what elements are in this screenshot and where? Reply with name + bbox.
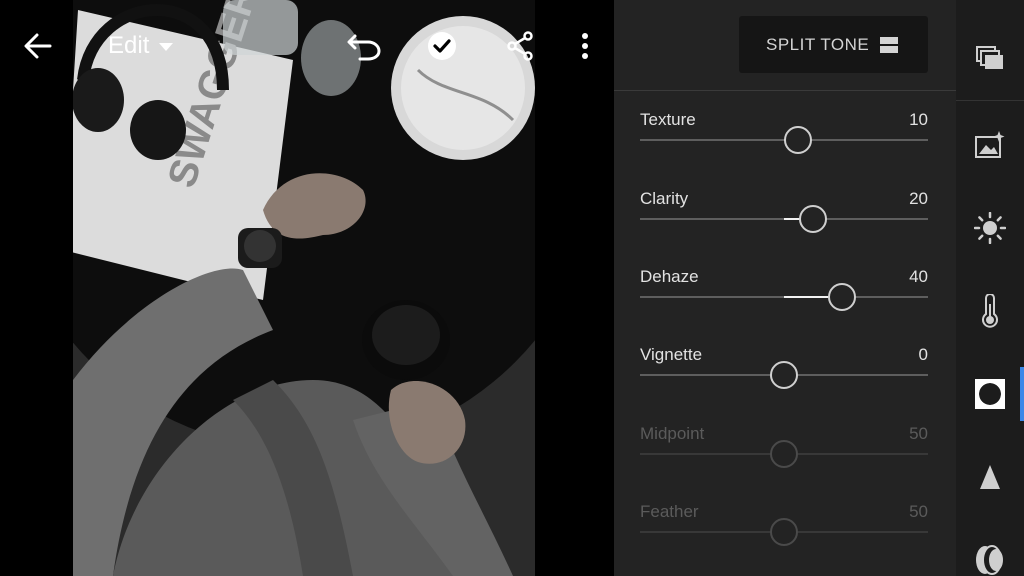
share-button[interactable]: [502, 28, 538, 64]
presets-icon: [976, 46, 1003, 69]
rail-auto[interactable]: [956, 106, 1024, 184]
active-tab-indicator: [1020, 367, 1024, 421]
slider-label: Feather: [640, 502, 699, 521]
auto-enhance-icon: [975, 131, 1005, 158]
share-icon: [507, 31, 533, 61]
vignette-effects-icon: [975, 379, 1005, 409]
split-tone-label: SPLIT TONE: [766, 34, 870, 54]
slider-thumb[interactable]: [827, 283, 856, 311]
slider-thumb[interactable]: [770, 440, 798, 468]
slider-label: Midpoint: [640, 424, 705, 443]
slider-dehaze: Dehaze 40: [640, 267, 928, 337]
slider-thumb[interactable]: [784, 126, 813, 154]
slider-value[interactable]: 50: [909, 502, 928, 522]
arrow-left-icon: [24, 33, 52, 59]
slider-clarity: Clarity 20: [640, 189, 928, 259]
light-icon: [974, 212, 1006, 244]
slider-midpoint: Midpoint 50: [640, 424, 928, 494]
panel-header: SPLIT TONE: [614, 0, 956, 91]
undo-icon: [347, 34, 381, 61]
slider-vignette: Vignette 0: [640, 345, 928, 415]
slider-value[interactable]: 40: [909, 267, 928, 287]
slider-thumb[interactable]: [770, 518, 798, 546]
thermometer-icon: [982, 294, 998, 328]
slider-label: Clarity: [640, 189, 689, 208]
split-tone-icon: [880, 37, 898, 53]
rail-presets[interactable]: [956, 20, 1024, 98]
checkmark-circle-icon: [428, 32, 456, 60]
photo-image: SWAGGER: [73, 0, 535, 576]
slider-feather: Feather 50: [640, 502, 928, 572]
done-button[interactable]: [424, 28, 460, 64]
photo-preview[interactable]: SWAGGER: [73, 0, 535, 576]
adjustments-panel: SPLIT TONE Texture 10 Clarity 20 Dehaze 40 Vig…: [614, 0, 956, 576]
back-button[interactable]: [20, 28, 56, 64]
slider-thumb[interactable]: [770, 361, 798, 389]
slider-value[interactable]: 0: [919, 345, 928, 365]
split-tone-button[interactable]: SPLIT TONE: [739, 16, 928, 73]
detail-icon: [980, 465, 1000, 489]
edit-mode-dropdown[interactable]: Edit: [108, 30, 174, 62]
slider-value[interactable]: 10: [909, 110, 928, 130]
slider-label: Dehaze: [640, 267, 699, 286]
more-vertical-icon: [582, 33, 588, 59]
slider-value[interactable]: 50: [909, 424, 928, 444]
slider-label: Texture: [640, 110, 696, 129]
chevron-down-icon: [159, 43, 174, 51]
more-options-button[interactable]: [570, 28, 600, 64]
slider-thumb[interactable]: [798, 205, 827, 233]
edit-mode-label: Edit: [108, 32, 150, 59]
rail-color[interactable]: [956, 272, 1024, 350]
rail-detail[interactable]: [956, 438, 1024, 516]
undo-button[interactable]: [344, 28, 384, 64]
optics-icon: [976, 545, 1003, 575]
tool-rail: [956, 0, 1024, 576]
photo-area: SWAGGER Edit: [0, 0, 614, 576]
slider-texture: Texture 10: [640, 110, 928, 180]
rail-effects[interactable]: [956, 355, 1024, 433]
rail-light[interactable]: [956, 189, 1024, 267]
slider-value[interactable]: 20: [909, 189, 928, 209]
slider-label: Vignette: [640, 345, 703, 364]
rail-divider: [956, 100, 1024, 101]
rail-optics[interactable]: [956, 521, 1024, 576]
